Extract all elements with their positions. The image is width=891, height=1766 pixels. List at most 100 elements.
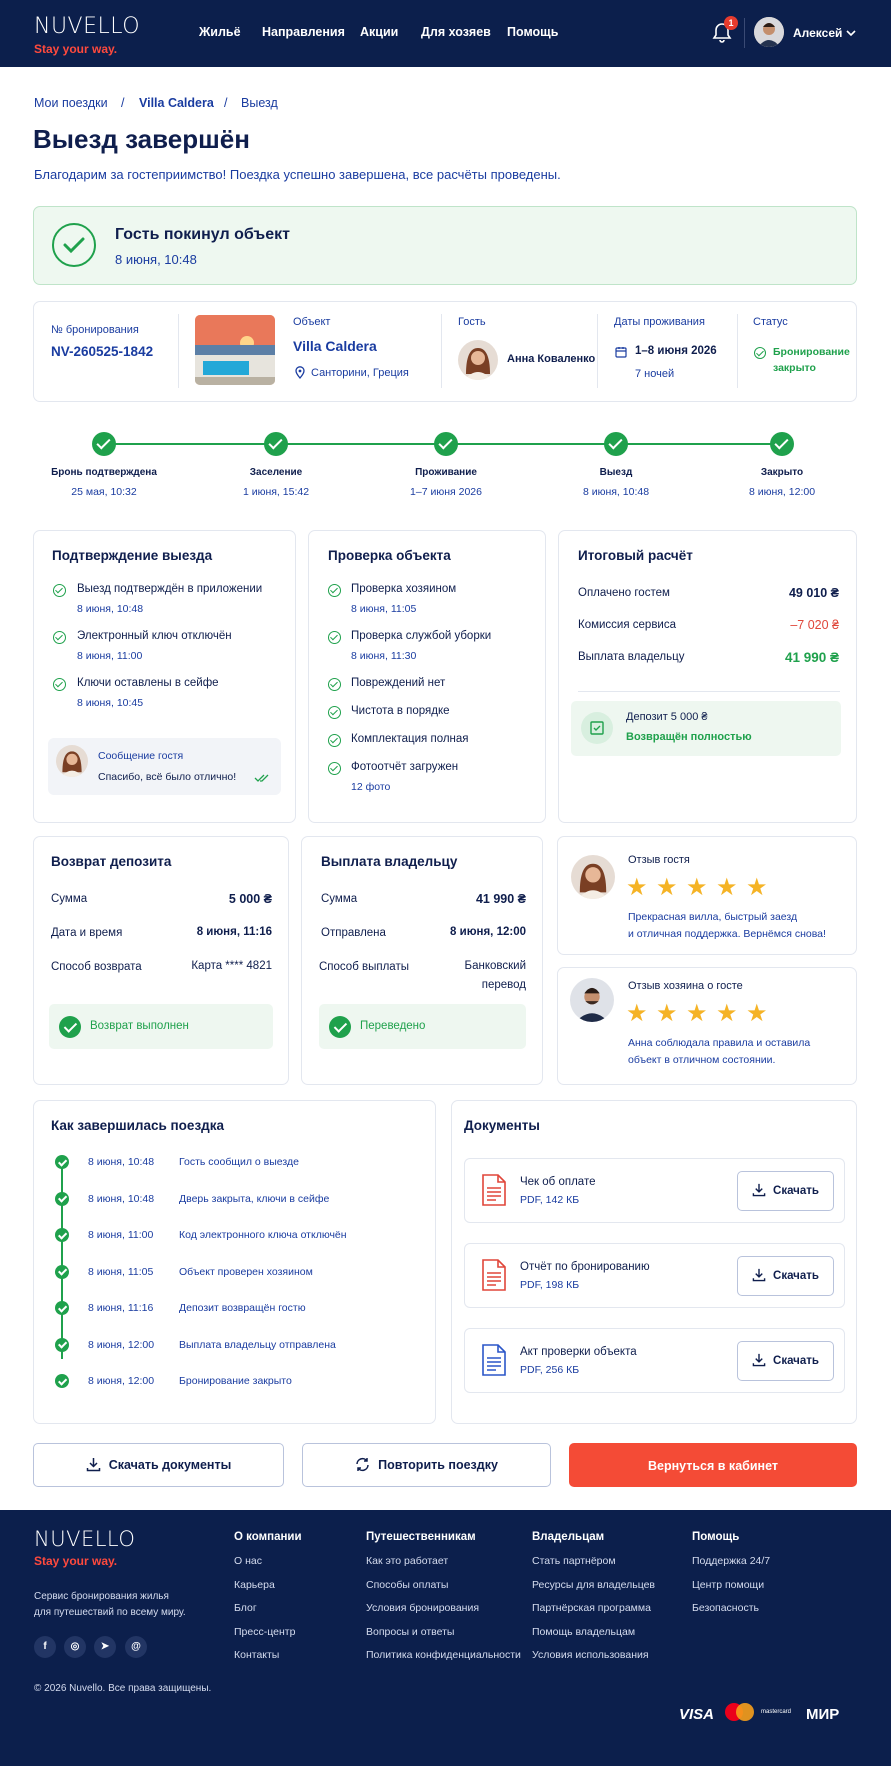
deposit-status: Депозит 5 000 ₴ Возвращён полностью: [571, 701, 841, 756]
footer-link[interactable]: Карьера: [234, 1579, 275, 1591]
review-title: Отзыв хозяина о госте: [628, 980, 743, 992]
download-icon: [86, 1458, 100, 1472]
chevron-down-icon[interactable]: [846, 30, 856, 37]
document-name: Чек об оплате: [520, 1176, 596, 1188]
footer-link[interactable]: Контакты: [234, 1649, 279, 1661]
download-documents-button[interactable]: Скачать документы: [33, 1443, 284, 1487]
download-button[interactable]: Скачать: [737, 1341, 834, 1381]
inspection-item: Повреждений нет: [351, 677, 446, 689]
footer-logo[interactable]: NUVELLO: [34, 1527, 135, 1551]
divider: [578, 691, 840, 692]
settlement-value: 49 010 ₴: [788, 586, 839, 600]
refund-value: 8 июня, 11:16: [196, 926, 272, 938]
card-title: Документы: [464, 1118, 540, 1133]
page-subtitle: Благодарим за гостеприимство! Поездка ус…: [34, 167, 561, 182]
payout-status-text: Переведено: [360, 1020, 426, 1032]
refund-label: Дата и время: [51, 927, 123, 939]
banner-time: 8 июня, 10:48: [115, 252, 197, 267]
breadcrumb-sep: /: [121, 96, 125, 110]
breadcrumb-trips[interactable]: Мои поездки: [34, 96, 108, 110]
status-line-2: закрыто: [773, 362, 816, 374]
inspection-item: Проверка службой уборки: [351, 630, 492, 642]
repeat-trip-button[interactable]: Повторить поездку: [302, 1443, 551, 1487]
footer-link[interactable]: Условия бронирования: [366, 1602, 479, 1614]
download-button[interactable]: Скачать: [737, 1256, 834, 1296]
nav-destinations[interactable]: Направления: [262, 25, 345, 39]
footer-link[interactable]: Стать партнёром: [532, 1555, 616, 1567]
footer-link[interactable]: Помощь владельцам: [532, 1626, 635, 1638]
nav-for-hosts[interactable]: Для хозяев: [421, 25, 491, 39]
star-icon: ★: [626, 1000, 648, 1027]
refresh-icon: [356, 1457, 369, 1472]
guest-name[interactable]: Анна Коваленко: [507, 353, 595, 365]
log-time: 8 июня, 10:48: [88, 1156, 155, 1168]
footer-link[interactable]: Вопросы и ответы: [366, 1626, 454, 1638]
nav-housing[interactable]: Жильё: [199, 25, 241, 39]
logo-tagline: Stay your way.: [34, 42, 118, 56]
object-name[interactable]: Villa Caldera: [293, 338, 377, 354]
footer-link[interactable]: Пресс-центр: [234, 1626, 295, 1638]
nights-count: 7 ночей: [635, 368, 675, 380]
timeline-step-label: Бронь подтверждена: [51, 467, 157, 478]
star-icon: ★: [686, 874, 708, 901]
log-event: Объект проверен хозяином: [179, 1265, 313, 1278]
instagram-icon[interactable]: ◎: [64, 1636, 86, 1658]
footer-link[interactable]: Центр помощи: [692, 1579, 764, 1591]
footer-link[interactable]: Безопасность: [692, 1602, 759, 1614]
booking-number[interactable]: NV-260525-1842: [51, 344, 153, 359]
footer-link[interactable]: Условия использования: [532, 1649, 649, 1661]
refund-label: Сумма: [51, 893, 88, 905]
timeline-step-label: Заселение: [249, 467, 303, 478]
payout-value: 41 990 ₴: [475, 892, 526, 906]
visa-logo: VISA: [679, 1706, 715, 1723]
footer-link[interactable]: Способы оплаты: [366, 1579, 448, 1591]
star-icon: ★: [686, 1000, 708, 1027]
logo[interactable]: NUVELLO: [34, 14, 140, 39]
button-label: Скачать: [773, 1355, 819, 1367]
nav-deals[interactable]: Акции: [360, 25, 398, 39]
trip-log-card: Как завершилась поездка 8 июня, 10:48 Гос…: [33, 1100, 436, 1424]
user-name[interactable]: Алексей: [793, 26, 842, 40]
timeline-step-date: 8 июня, 12:00: [748, 486, 816, 498]
divider: [737, 314, 738, 388]
document-meta: PDF, 142 КБ: [520, 1194, 580, 1206]
settlement-label: Оплачено гостем: [578, 587, 670, 599]
footer-link[interactable]: О нас: [234, 1555, 262, 1567]
payout-value: 8 июня, 12:00: [450, 926, 526, 938]
avatar[interactable]: [754, 17, 784, 47]
footer-link[interactable]: Как это работает: [366, 1555, 448, 1567]
inspection-item: Чистота в порядке: [351, 705, 450, 717]
checkout-banner: Гость покинул объект 8 июня, 10:48: [33, 206, 857, 285]
card-title: Итоговый расчёт: [578, 548, 693, 563]
breadcrumb-current: Выезд: [241, 96, 278, 110]
star-icon: ★: [746, 1000, 768, 1027]
footer-link[interactable]: Блог: [234, 1602, 257, 1614]
settlement-label: Выплата владельцу: [578, 651, 685, 663]
object-label: Объект: [293, 316, 331, 328]
refund-value: Карта **** 4821: [191, 960, 272, 972]
inspection-item-detail: 12 фото: [351, 781, 391, 793]
check-icon: [328, 762, 341, 775]
threads-icon[interactable]: @: [125, 1636, 147, 1658]
footer-link[interactable]: Ресурсы для владельцев: [532, 1579, 655, 1591]
footer-link[interactable]: Поддержка 24/7: [692, 1555, 770, 1567]
location-pin-icon: [295, 366, 305, 379]
footer-link[interactable]: Партнёрская программа: [532, 1602, 651, 1614]
facebook-icon[interactable]: f: [34, 1636, 56, 1658]
back-to-account-button[interactable]: Вернуться в кабинет: [569, 1443, 857, 1487]
breadcrumb-villa[interactable]: Villa Caldera: [139, 96, 214, 110]
telegram-icon[interactable]: ➤: [94, 1636, 116, 1658]
footer-link[interactable]: Политика конфиденциальности: [366, 1649, 521, 1661]
villa-photo[interactable]: [195, 315, 275, 385]
check-circle-icon: [55, 1155, 69, 1169]
log-time: 8 июня, 12:00: [88, 1338, 155, 1351]
check-icon: [328, 734, 341, 747]
review-text: объект в отличном состоянии.: [628, 1054, 776, 1066]
dates-label: Даты проживания: [614, 316, 705, 328]
guest-avatar[interactable]: [458, 340, 498, 380]
status-line-1: Бронирование: [773, 346, 850, 358]
settlement-value: –7 020 ₴: [790, 618, 839, 632]
nav-help[interactable]: Помощь: [507, 25, 558, 39]
download-button[interactable]: Скачать: [737, 1171, 834, 1211]
timeline-step-date: 1 июня, 15:42: [242, 486, 310, 498]
